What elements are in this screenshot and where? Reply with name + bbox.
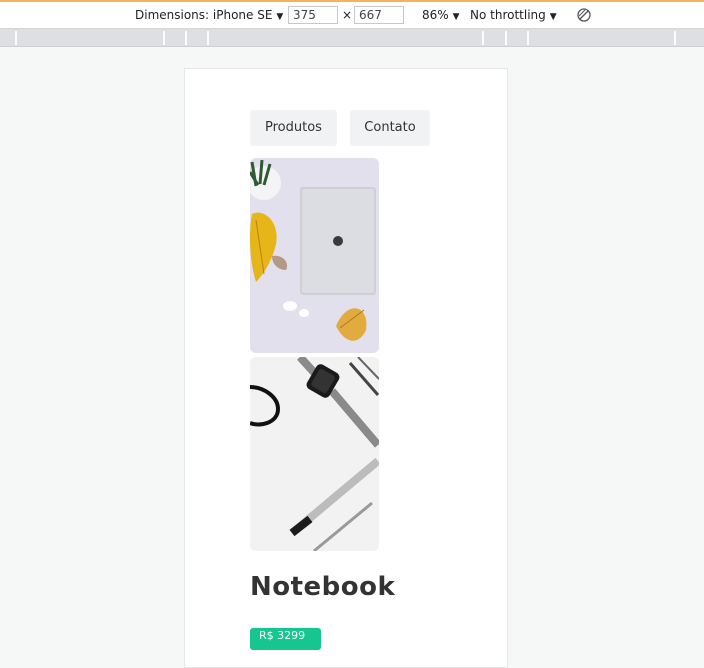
media-query-marker: [15, 31, 17, 45]
zoom-dropdown[interactable]: 86% ▼: [422, 8, 460, 22]
media-query-marker: [674, 31, 676, 45]
nav-produtos-button[interactable]: Produtos: [250, 110, 337, 146]
rotate-icon[interactable]: [576, 7, 592, 26]
throttling-label: No throttling: [470, 8, 546, 22]
watch-product-image[interactable]: [250, 357, 379, 551]
media-query-marker: [505, 31, 507, 45]
media-query-bar[interactable]: [0, 29, 704, 47]
media-query-marker: [207, 31, 209, 45]
devtools-toolbar: Dimensions: iPhone SE ▼ 375 × 667 86% ▼ No…: [0, 0, 704, 29]
zoom-label: 86%: [422, 8, 449, 22]
throttling-dropdown[interactable]: No throttling ▼: [470, 8, 557, 22]
viewport-width-input[interactable]: 375: [288, 6, 338, 24]
viewport-height-input[interactable]: 667: [354, 6, 404, 24]
media-query-marker: [185, 31, 187, 45]
device-dimensions-dropdown[interactable]: Dimensions: iPhone SE ▼: [135, 8, 283, 22]
nav-contato-button[interactable]: Contato: [350, 110, 430, 146]
media-query-marker: [527, 31, 529, 45]
media-query-marker: [482, 31, 484, 45]
media-query-marker: [163, 31, 165, 45]
laptop-product-image[interactable]: [250, 158, 379, 353]
product-title: Notebook: [250, 572, 396, 602]
chevron-down-icon: ▼: [452, 12, 460, 22]
device-viewport: Produtos Contato Notebook R$ 3299: [184, 68, 508, 668]
chevron-down-icon: ▼: [549, 12, 557, 22]
device-dimensions-label: Dimensions: iPhone SE: [135, 8, 273, 22]
price-badge: R$ 3299: [250, 628, 321, 650]
chevron-down-icon: ▼: [276, 12, 284, 22]
times-sign: ×: [342, 8, 353, 22]
